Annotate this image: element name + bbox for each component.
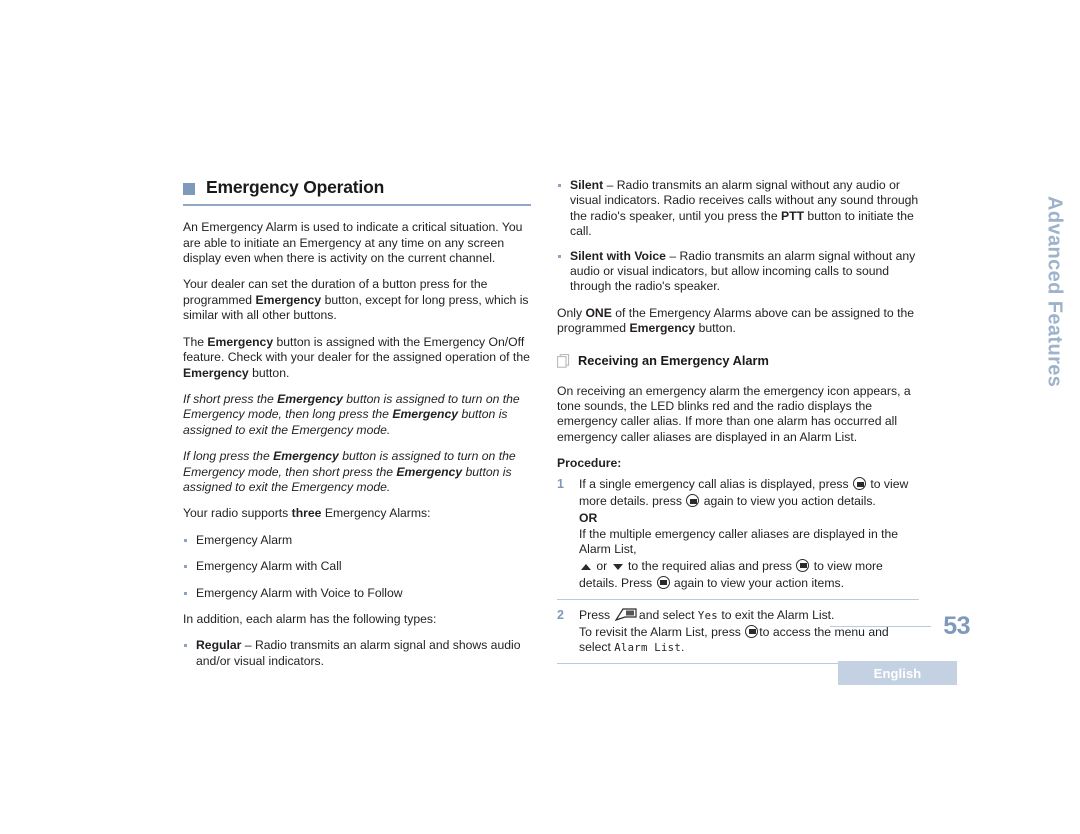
display-value-alarm-list: Alarm List [614, 641, 682, 654]
term-one: ONE [585, 305, 612, 320]
chapter-heading: Emergency Operation [183, 177, 531, 197]
square-bullet-icon [183, 182, 195, 195]
term-ptt: PTT [781, 208, 805, 223]
step1-or: OR [579, 511, 598, 526]
alarm-behaviour-list-right: Silent – Radio transmits an alarm signal… [557, 178, 919, 295]
list-item: Emergency Alarm with Call [183, 559, 531, 574]
step1-text-d: If the multiple emergency caller aliases… [579, 527, 899, 557]
step1-text-e: or [593, 558, 611, 573]
term-silent: Silent [570, 178, 604, 192]
term-regular: Regular [196, 638, 242, 653]
term-silent-with-voice: Silent with Voice [570, 248, 666, 263]
menu-button-icon [796, 558, 810, 572]
arrow-up-icon [581, 563, 591, 570]
step-number: 1 [557, 477, 564, 492]
step1-alt: If the multiple emergency caller aliases… [579, 527, 919, 557]
sub-heading: Receiving an Emergency Alarm [557, 353, 919, 373]
paragraph-emergency-button-assigned: The Emergency button is assigned with th… [183, 334, 530, 380]
menu-button-icon [745, 624, 759, 638]
step2-text-a: Press [579, 607, 614, 622]
paragraph-dealer-duration: Your dealer can set the duration of a bu… [183, 277, 529, 323]
back-button-icon [614, 608, 637, 621]
dash: – [244, 638, 252, 653]
sub-heading-title: Receiving an Emergency Alarm [578, 352, 769, 368]
menu-button-icon [656, 575, 670, 589]
display-value-yes: Yes [697, 609, 718, 622]
list-item-silent-with-voice: Silent with Voice – Radio transmits an a… [557, 249, 919, 295]
step1-text-h: again to view your action items. [670, 575, 844, 590]
procedure-step-1: 1 If a single emergency call alias is di… [557, 476, 919, 600]
language-badge: English [838, 661, 957, 685]
list-item-silent: Silent – Radio transmits an alarm signal… [557, 178, 919, 240]
step2-text-c: to exit the Alarm List. [717, 607, 835, 622]
step-number: 2 [557, 607, 564, 622]
heading-divider [183, 204, 531, 207]
left-column: Emergency Operation An Emergency Alarm i… [183, 177, 531, 680]
right-column: Silent – Radio transmits an alarm signal… [557, 178, 919, 665]
paragraph-short-press: If short press the Emergency button is a… [183, 391, 520, 437]
step1-text-f: to the required alias and press [624, 558, 796, 573]
arrow-down-icon [612, 563, 623, 570]
folio: 53 [830, 614, 970, 639]
folio-divider [830, 625, 932, 628]
step2-text-f: . [681, 639, 685, 654]
step1-text-c: again to view you action details. [700, 494, 876, 509]
paragraph-intro: An Emergency Alarm is used to indicate a… [183, 220, 523, 266]
document-page: Emergency Operation An Emergency Alarm i… [0, 0, 1080, 834]
page-title: Emergency Operation [206, 177, 385, 197]
menu-button-icon [853, 477, 866, 491]
list-item: Emergency Alarm [183, 533, 531, 548]
alarm-behaviour-list-left: Regular – Radio transmits an alarm signa… [183, 638, 531, 669]
side-tab-label: Advanced Features [1043, 196, 1066, 388]
language-label: English [873, 665, 922, 681]
pages-icon [557, 353, 570, 373]
paragraph-receiving-intro: On receiving an emergency alarm the emer… [557, 383, 911, 444]
side-tab-advanced-features: Advanced Features [1028, 196, 1080, 426]
procedure-label: Procedure: [557, 456, 622, 471]
menu-button-icon [686, 494, 700, 508]
step-text: If a single emergency call alias is disp… [579, 476, 919, 591]
only-one-part1: Only [557, 305, 586, 320]
paragraph-supports-three: Your radio supports three Emergency Alar… [183, 506, 431, 521]
alarm-types-list: Emergency Alarm Emergency Alarm with Cal… [183, 533, 531, 601]
paragraph-long-press: If long press the Emergency button is as… [183, 449, 516, 494]
step1-text-a: If a single emergency call alias is disp… [579, 477, 852, 492]
paragraph-only-one: Only ONE of the Emergency Alarms above c… [557, 306, 919, 337]
list-item: Emergency Alarm with Voice to Follow [183, 586, 531, 601]
only-one-part3: button. [695, 321, 736, 336]
step2-text-d: To revisit the Alarm List, press [579, 624, 745, 639]
list-item-regular: Regular – Radio transmits an alarm signa… [183, 638, 531, 669]
dash: – [606, 178, 614, 192]
page-number: 53 [943, 612, 970, 640]
step2-text-b: and select [635, 607, 698, 622]
dash: – [669, 248, 677, 263]
term-emergency: Emergency [629, 321, 696, 336]
paragraph-addition-intro: In addition, each alarm has the followin… [183, 611, 437, 626]
